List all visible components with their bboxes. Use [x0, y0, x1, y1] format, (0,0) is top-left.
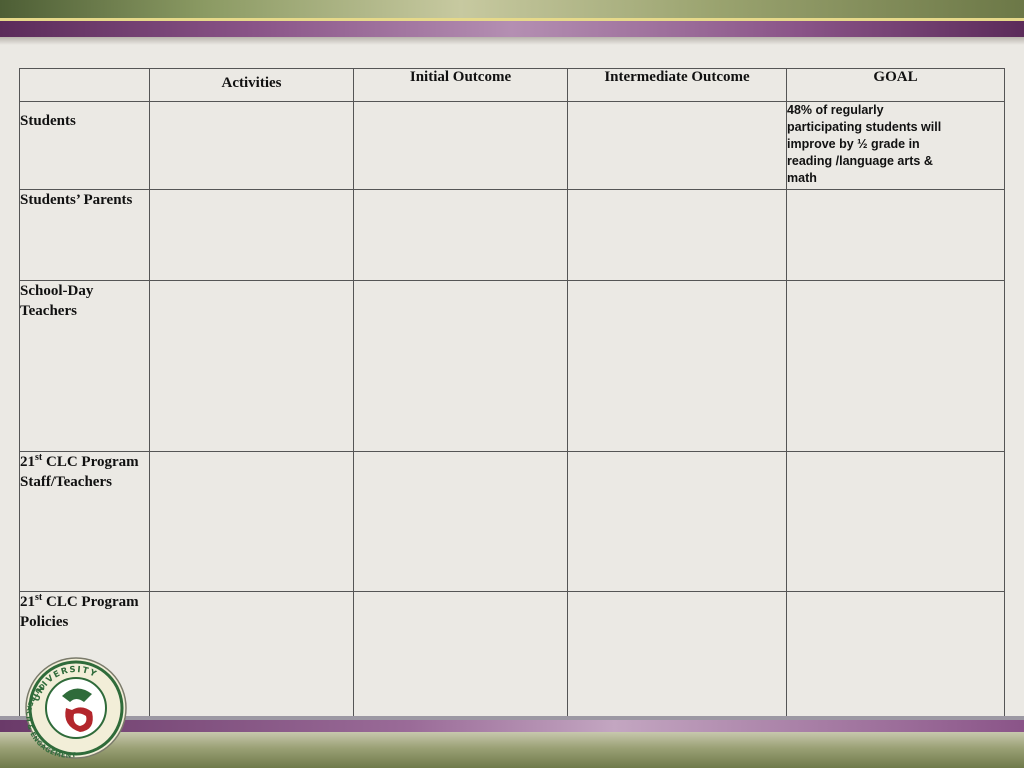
cell-activities[interactable]: [149, 591, 354, 718]
table-row: 21st CLC Program Policies: [19, 591, 1005, 718]
cell-initial-outcome[interactable]: [353, 280, 568, 452]
top-olive-band: [0, 0, 1024, 20]
cell-initial-outcome[interactable]: [353, 591, 568, 718]
university-outreach-logo: UNIVERSITY OUTREACH & ENGAGEMENT: [24, 657, 127, 760]
header-goal: GOAL: [786, 68, 1005, 102]
cell-intermediate-outcome[interactable]: [567, 451, 787, 592]
cell-intermediate-outcome[interactable]: [567, 189, 787, 281]
bottom-purple-band: [0, 720, 1024, 732]
table-row: Students 48% of regularly participating …: [19, 101, 1005, 190]
logic-model-table: Activities Initial Outcome Intermediate …: [19, 68, 1005, 718]
row-label-school-day-teachers: School-Day Teachers: [19, 280, 150, 452]
cell-goal[interactable]: [786, 189, 1005, 281]
top-purple-band: [0, 21, 1024, 37]
top-shadow: [0, 37, 1024, 45]
header-initial-outcome: Initial Outcome: [353, 68, 568, 102]
bottom-olive-band: [0, 732, 1024, 768]
header-activities: Activities: [149, 68, 354, 102]
cell-initial-outcome[interactable]: [353, 189, 568, 281]
cell-intermediate-outcome[interactable]: [567, 101, 787, 190]
header-intermediate-outcome: Intermediate Outcome: [567, 68, 787, 102]
row-label-program-staff: 21st CLC Program Staff/Teachers: [19, 451, 150, 592]
cell-activities[interactable]: [149, 101, 354, 190]
header-blank: [19, 68, 150, 102]
row-label-parents: Students’ Parents: [19, 189, 150, 281]
cell-goal[interactable]: [786, 280, 1005, 452]
cell-intermediate-outcome[interactable]: [567, 280, 787, 452]
cell-goal[interactable]: [786, 591, 1005, 718]
cell-activities[interactable]: [149, 189, 354, 281]
cell-initial-outcome[interactable]: [353, 101, 568, 190]
row-label-students: Students: [19, 101, 150, 190]
cell-goal[interactable]: [786, 451, 1005, 592]
goal-text: 48% of regularly participating students …: [787, 103, 942, 185]
table-row: 21st CLC Program Staff/Teachers: [19, 451, 1005, 592]
cell-goal[interactable]: 48% of regularly participating students …: [786, 101, 1005, 190]
table-row: School-Day Teachers: [19, 280, 1005, 452]
cell-initial-outcome[interactable]: [353, 451, 568, 592]
header-row: Activities Initial Outcome Intermediate …: [19, 68, 1005, 102]
cell-intermediate-outcome[interactable]: [567, 591, 787, 718]
cell-activities[interactable]: [149, 451, 354, 592]
table-row: Students’ Parents: [19, 189, 1005, 281]
cell-activities[interactable]: [149, 280, 354, 452]
